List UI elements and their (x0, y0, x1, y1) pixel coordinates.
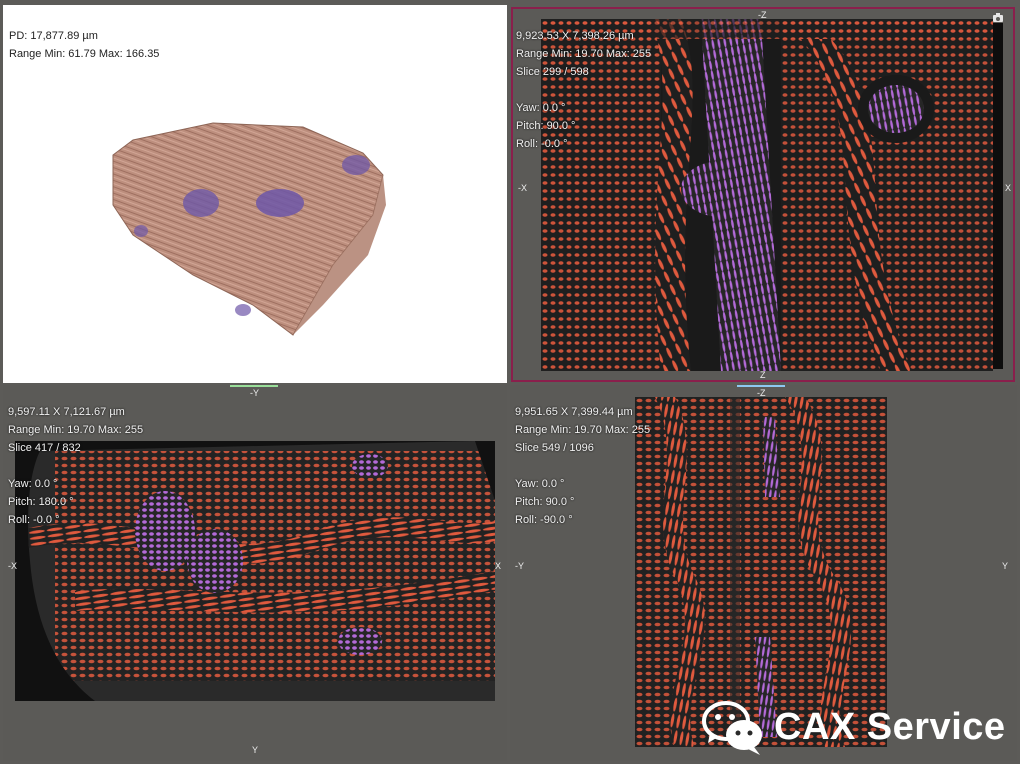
viewport-info-top: 9,923.53 X 7,398.26 µm Range Min: 19.70 … (516, 27, 651, 153)
axis-indicator-bar (737, 385, 785, 387)
viewport-top-slice[interactable]: 9,923.53 X 7,398.26 µm Range Min: 19.70 … (511, 7, 1015, 382)
viewport-3d-render[interactable]: PD: 17,877.89 µm Range Min: 61.79 Max: 1… (3, 5, 507, 383)
info-line: 9,597.11 X 7,121.67 µm (8, 406, 125, 418)
axis-indicator-bar (739, 7, 787, 9)
info-line: Range Min: 19.70 Max: 255 (516, 48, 652, 60)
viewport-info-side: 9,951.65 X 7,399.44 µm Range Min: 19.70 … (515, 403, 650, 529)
info-line: Range Min: 61.79 Max: 166.35 (9, 48, 160, 60)
camera-icon[interactable] (993, 13, 1003, 22)
info-line: PD: 17,877.89 µm (9, 30, 98, 42)
info-line: Yaw: 0.0 ° (8, 478, 58, 490)
axis-label-left: -Y (515, 561, 524, 571)
slice-scrollbar[interactable] (993, 23, 1003, 369)
axis-label-right: X (495, 561, 502, 571)
axis-label-bottom: Z (760, 370, 766, 380)
wechat-icon (702, 701, 762, 755)
info-line: Pitch: 180.0 ° (8, 496, 74, 508)
viewport-front-slice[interactable]: 9,597.11 X 7,121.67 µm Range Min: 19.70 … (3, 385, 507, 761)
slice-image-side[interactable] (635, 397, 887, 747)
watermark: CAX Service (700, 697, 1010, 757)
watermark-text: CAX Service (774, 705, 1006, 748)
info-line: Pitch: 90.0 ° (516, 120, 576, 132)
info-line: Slice 299 / 598 (516, 66, 589, 78)
viewport-info-front: 9,597.11 X 7,121.67 µm Range Min: 19.70 … (8, 403, 143, 529)
info-line: 9,951.65 X 7,399.44 µm (515, 406, 633, 418)
axis-label-left: -X (518, 183, 527, 193)
info-line: Range Min: 19.70 Max: 255 (515, 424, 651, 436)
info-line: Slice 417 / 832 (8, 442, 81, 454)
info-line: 9,923.53 X 7,398.26 µm (516, 30, 634, 42)
axis-label-top: -Y (250, 388, 259, 398)
info-line: Pitch: 90.0 ° (515, 496, 575, 508)
info-line: Yaw: 0.0 ° (516, 102, 566, 114)
axis-label-left: -X (8, 561, 17, 571)
axis-indicator-bar (230, 385, 278, 387)
axis-label-top: -Z (758, 10, 767, 20)
axis-label-bottom: Y (252, 745, 259, 755)
viewport-info-3d: PD: 17,877.89 µm Range Min: 61.79 Max: 1… (9, 27, 159, 63)
info-line: Range Min: 19.70 Max: 255 (8, 424, 144, 436)
info-line: Roll: -0.0 ° (8, 514, 60, 526)
axis-label-right: X (1005, 183, 1012, 193)
axis-label-top: -Z (757, 388, 766, 398)
axis-label-right: Y (1002, 561, 1009, 571)
info-line: Roll: -90.0 ° (515, 514, 573, 526)
info-line: Slice 549 / 1096 (515, 442, 594, 454)
info-line: Yaw: 0.0 ° (515, 478, 565, 490)
info-line: Roll: -0.0 ° (516, 138, 568, 150)
